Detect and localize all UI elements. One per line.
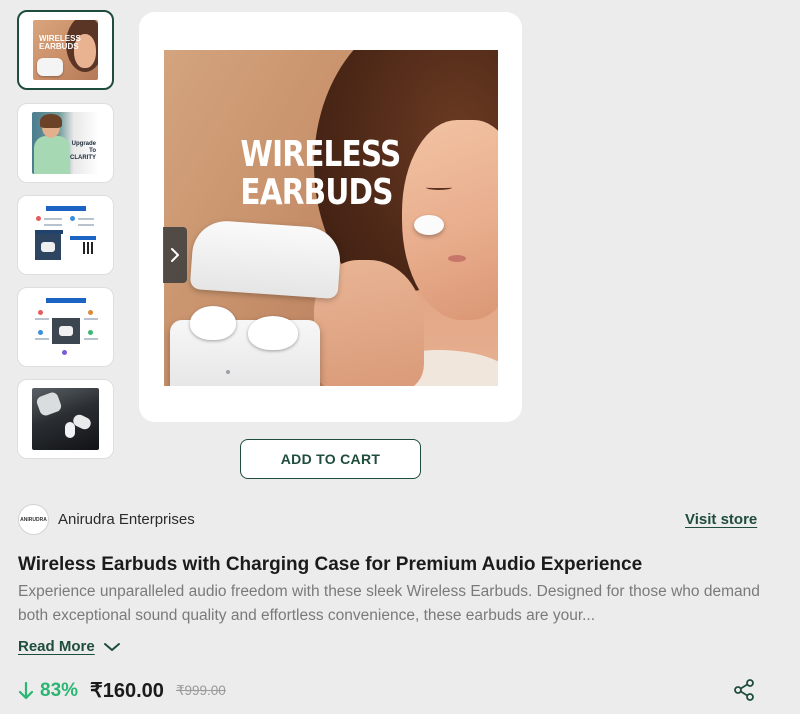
thumbnail-overlay-text: Upgrade To CLARITY bbox=[70, 141, 96, 161]
read-more-link[interactable]: Read More bbox=[18, 638, 121, 655]
thumbnail-4[interactable] bbox=[17, 287, 114, 367]
main-image-card: WIRELESS EARBUDS bbox=[139, 12, 522, 422]
visit-store-link[interactable]: Visit store bbox=[685, 511, 757, 528]
charging-case-graphic bbox=[168, 218, 343, 386]
product-description: Experience unparalleled audio freedom wi… bbox=[18, 583, 760, 624]
read-more-label: Read More bbox=[18, 638, 95, 655]
thumbnail-3[interactable] bbox=[17, 195, 114, 275]
product-title: Wireless Earbuds with Charging Case for … bbox=[18, 554, 643, 575]
next-image-button[interactable] bbox=[163, 227, 187, 283]
thumbnail-5[interactable] bbox=[17, 379, 114, 459]
thumbnail-image: WIRELESS EARBUDS bbox=[33, 20, 98, 80]
arrow-down-icon bbox=[18, 681, 34, 699]
share-button[interactable] bbox=[732, 678, 756, 702]
product-hero-image: WIRELESS EARBUDS bbox=[164, 50, 498, 386]
hero-headline: WIRELESS EARBUDS bbox=[240, 134, 401, 213]
thumbnail-image bbox=[32, 388, 99, 450]
chevron-down-icon bbox=[103, 642, 120, 651]
discount-percent: 83% bbox=[40, 679, 79, 701]
thumbnail-image: Upgrade To CLARITY bbox=[32, 112, 99, 174]
seller-logo: ANIRUDRA bbox=[18, 504, 49, 535]
price-row: 83% ₹160.00 ₹999.00 bbox=[18, 678, 226, 703]
chevron-right-icon bbox=[171, 248, 179, 262]
thumbnail-image bbox=[32, 204, 99, 266]
thumbnail-image bbox=[32, 296, 99, 358]
original-price: ₹999.00 bbox=[175, 682, 226, 698]
thumbnail-overlay-text: WIRELESS EARBUDS bbox=[39, 34, 81, 51]
share-icon bbox=[734, 679, 754, 701]
thumbnail-2[interactable]: Upgrade To CLARITY bbox=[17, 103, 114, 183]
selling-price: ₹160.00 bbox=[90, 680, 164, 702]
seller-name: Anirudra Enterprises bbox=[58, 511, 195, 528]
hero-headline-line2: EARBUDS bbox=[240, 172, 393, 213]
thumbnail-1[interactable]: WIRELESS EARBUDS bbox=[17, 10, 114, 90]
hero-headline-line1: WIRELESS bbox=[240, 134, 401, 175]
add-to-cart-button[interactable]: ADD TO CART bbox=[240, 439, 421, 479]
